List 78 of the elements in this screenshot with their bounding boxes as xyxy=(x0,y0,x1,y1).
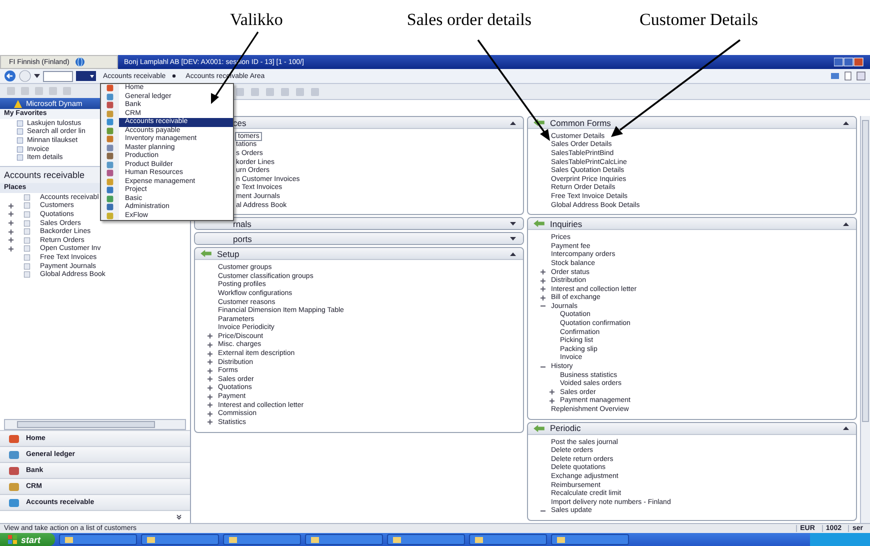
collapse-toggle-icon[interactable] xyxy=(842,425,850,432)
expander-icon[interactable] xyxy=(8,237,14,244)
history-dropdown-button[interactable] xyxy=(76,71,96,81)
company-field[interactable] xyxy=(43,70,73,82)
chevron-icon[interactable] xyxy=(176,514,182,520)
panel-title: Setup xyxy=(217,248,240,259)
module-icon xyxy=(8,432,20,444)
taskbar-button[interactable] xyxy=(58,534,137,545)
collapse-toggle-icon[interactable] xyxy=(842,120,850,126)
expander-icon[interactable] xyxy=(207,342,213,348)
expander-icon[interactable] xyxy=(549,398,555,404)
section-icon xyxy=(532,424,546,433)
globe-icon xyxy=(75,57,86,67)
application-icon xyxy=(64,534,74,544)
taskbar-button[interactable] xyxy=(222,534,301,545)
expander-icon[interactable] xyxy=(8,228,14,235)
expander-icon[interactable] xyxy=(207,384,213,391)
expander-icon[interactable] xyxy=(8,246,14,252)
taskbar-button[interactable] xyxy=(550,534,629,545)
section-icon xyxy=(532,118,546,127)
collapse-toggle-icon[interactable] xyxy=(509,220,517,227)
expander-icon[interactable] xyxy=(540,269,546,276)
expander-icon[interactable] xyxy=(207,376,213,382)
module-icon xyxy=(8,448,20,460)
expander-icon[interactable] xyxy=(8,211,14,218)
module-icon xyxy=(8,496,20,508)
application-icon xyxy=(228,534,238,544)
section-icon xyxy=(532,219,546,228)
taskbar-button[interactable] xyxy=(468,534,547,545)
section-icon xyxy=(199,249,213,258)
expander-icon[interactable] xyxy=(207,419,213,426)
application-icon xyxy=(474,534,484,544)
application-icon xyxy=(310,534,320,544)
expander-icon[interactable] xyxy=(207,394,213,400)
horizontal-scrollbar[interactable] xyxy=(4,419,186,430)
application-icon xyxy=(392,534,402,544)
breadcrumb-separator-icon xyxy=(172,74,176,78)
expander-icon[interactable] xyxy=(540,364,546,370)
annotation-label: Valikko xyxy=(230,10,283,30)
expander-icon[interactable] xyxy=(540,286,546,292)
collapse-toggle-icon[interactable] xyxy=(509,236,517,242)
collapse-toggle-icon[interactable] xyxy=(509,120,517,126)
panel-title: Inquiries xyxy=(550,218,584,229)
windows-flag-icon xyxy=(8,535,17,544)
module-icon xyxy=(8,480,20,492)
module-icon xyxy=(8,464,20,476)
expander-icon[interactable] xyxy=(207,410,213,417)
start-button[interactable]: start xyxy=(0,533,55,546)
panel-title: Periodic xyxy=(550,423,582,434)
annotation-label: Sales order details xyxy=(406,10,532,30)
expander-icon[interactable] xyxy=(207,359,213,366)
application-icon xyxy=(556,534,566,544)
collapse-toggle-icon[interactable] xyxy=(509,250,517,257)
annotation-label: Customer Details xyxy=(640,10,758,30)
expander-icon[interactable] xyxy=(207,350,213,357)
expander-icon[interactable] xyxy=(540,278,546,284)
expander-icon[interactable] xyxy=(207,333,213,340)
caret-icon[interactable] xyxy=(34,74,40,78)
expander-icon[interactable] xyxy=(540,303,546,310)
expander-icon[interactable] xyxy=(207,368,213,374)
taskbar-button[interactable] xyxy=(386,534,465,545)
panel-title: Common Forms xyxy=(550,118,612,128)
expander-icon[interactable] xyxy=(8,220,14,226)
expander-icon[interactable] xyxy=(207,402,213,408)
system-tray xyxy=(810,533,870,546)
taskbar-button[interactable] xyxy=(304,534,383,545)
panel-title: ports xyxy=(232,234,253,244)
window-controls-icon[interactable] xyxy=(834,57,864,67)
vertical-scrollbar[interactable] xyxy=(860,116,870,523)
application-icon xyxy=(146,534,156,544)
expander-icon[interactable] xyxy=(540,508,546,514)
panel-title: rnals xyxy=(232,218,252,229)
expander-icon[interactable] xyxy=(540,294,546,301)
back-button[interactable] xyxy=(4,70,16,82)
taskbar-button[interactable] xyxy=(140,534,219,545)
collapse-toggle-icon[interactable] xyxy=(842,220,850,227)
expander-icon[interactable] xyxy=(8,202,14,209)
expander-icon[interactable] xyxy=(549,389,555,396)
